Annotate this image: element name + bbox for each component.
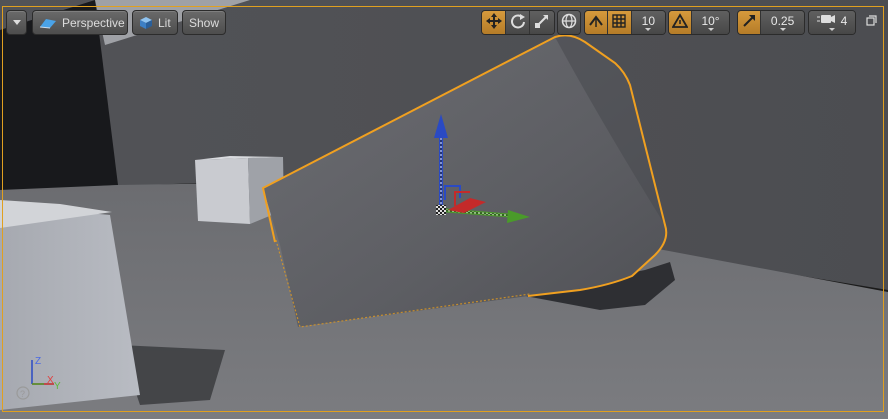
grid-snap-group: 10: [584, 10, 666, 35]
maximize-icon: [865, 13, 877, 31]
axis-y-label: Y: [54, 381, 61, 392]
scale-snap-value: 0.25: [770, 13, 795, 28]
camera-speed-value: 4: [840, 13, 848, 28]
camera-speed-dropdown[interactable]: 4: [809, 11, 855, 34]
lit-label: Lit: [158, 15, 171, 30]
show-button[interactable]: Show: [182, 10, 226, 35]
world-globe-icon: [561, 13, 577, 32]
gizmo-center: [436, 205, 446, 215]
scene-render[interactable]: [0, 0, 888, 419]
axis-x-label: X: [47, 375, 54, 386]
view-mode-lit-button[interactable]: Lit: [132, 10, 178, 35]
grid-snap-toggle[interactable]: [608, 11, 632, 34]
viewport-options-button[interactable]: [6, 10, 27, 35]
translate-tool[interactable]: [482, 11, 507, 34]
coordinate-system-group: [557, 10, 581, 35]
lit-cube-icon: [139, 16, 153, 30]
help-label: ?: [20, 389, 25, 399]
perspective-icon: [39, 17, 57, 29]
surface-snap-toggle[interactable]: [585, 11, 609, 34]
scale-snap-value-dropdown[interactable]: 0.25: [761, 11, 804, 34]
scale-snap-toggle[interactable]: [738, 11, 762, 34]
rotation-snap-group: 10°: [668, 10, 730, 35]
rotation-snap-toggle[interactable]: [669, 11, 693, 34]
small-cube-front: [195, 158, 250, 224]
grid-snap-value-dropdown[interactable]: 10: [631, 11, 665, 34]
level-viewport[interactable]: Perspective Lit Show 10 10° 0.25 4 Z X Y…: [0, 0, 888, 419]
scale-snap-group: 0.25: [737, 10, 805, 35]
rotate-tool[interactable]: [506, 11, 530, 34]
scale-arrow-icon: [742, 14, 756, 31]
perspective-button[interactable]: Perspective: [32, 10, 128, 35]
camera-speed-group: 4: [808, 10, 856, 35]
dropdown-arrow-icon: [12, 20, 21, 25]
maximize-viewport-button[interactable]: [864, 15, 878, 29]
camera-speed-icon: [816, 13, 835, 28]
rotation-snap-value-dropdown[interactable]: 10°: [692, 11, 729, 34]
world-coordinate-toggle[interactable]: [558, 11, 580, 34]
scale-icon: [534, 13, 550, 32]
show-label: Show: [188, 15, 220, 30]
axis-orientation-widget: Z X Y ?: [16, 356, 61, 400]
scale-tool[interactable]: [529, 11, 554, 34]
grid-icon: [612, 14, 627, 31]
rotation-snap-value: 10°: [701, 13, 720, 28]
grid-snap-value: 10: [641, 13, 656, 28]
perspective-label: Perspective: [62, 15, 125, 30]
translate-icon: [485, 13, 502, 32]
surface-snap-icon: [588, 13, 604, 32]
rotate-icon: [510, 13, 526, 32]
transform-tools-group: [481, 10, 555, 35]
axis-z-label: Z: [35, 356, 41, 367]
angle-icon: [671, 13, 689, 32]
